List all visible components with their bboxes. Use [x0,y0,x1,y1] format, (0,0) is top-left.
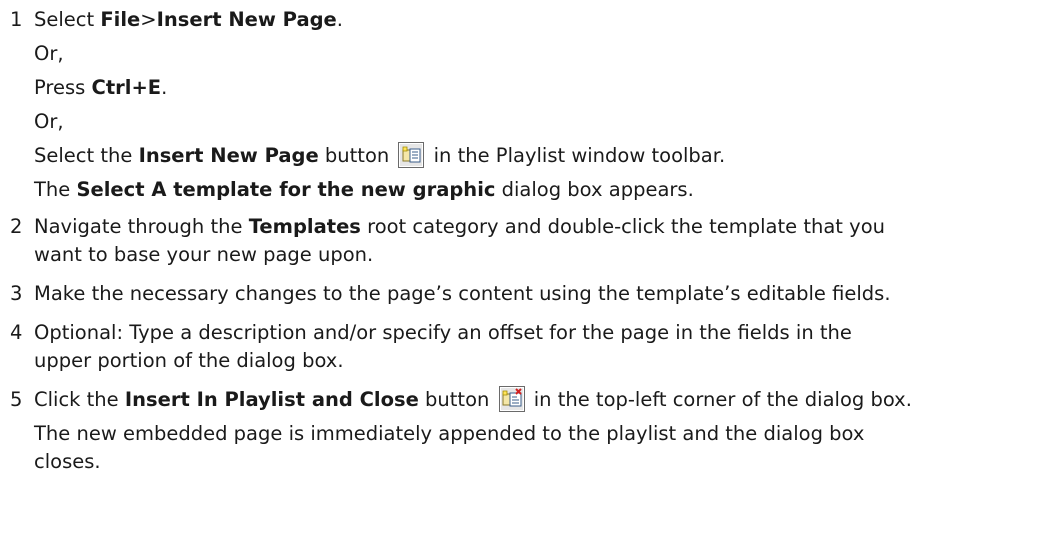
text: dialog box appears. [495,178,694,201]
text: Navigate through the [34,215,249,238]
or-line-1: Or, [34,39,1044,69]
text: root category and double-click the templ… [360,215,885,238]
menu-insert-new-page: Insert New Page [156,8,337,31]
step-5-line-3: closes. [34,447,1044,477]
step-number: 4 [10,321,23,344]
step-5-line-2: The new embedded page is immediately app… [34,419,1044,449]
text: The new embedded page is immediately app… [34,422,865,445]
step-number: 1 [10,8,23,31]
instruction-document: 1 Select File>Insert New Page. Or, Press… [0,0,1049,545]
text: Optional: Type a description and/or spec… [34,321,852,344]
step-4-line-2: upper portion of the dialog box. [34,346,1044,376]
text: Click the [34,388,125,411]
menu-file: File [100,8,141,31]
text: Or, [34,110,64,133]
insert-new-page-icon [398,141,425,168]
button-name: Insert In Playlist and Close [124,388,419,411]
text: upper portion of the dialog box. [34,349,344,372]
text: The [34,178,77,201]
text: button [318,144,396,167]
text: want to base your new page upon. [34,243,374,266]
step-2-line-1: Navigate through the Templates root cate… [34,212,1044,242]
text: in the Playlist window toolbar. [427,144,726,167]
insert-in-playlist-and-close-icon [498,385,525,412]
step-1-line-4: The Select A template for the new graphi… [34,175,1044,205]
text: closes. [34,450,101,473]
text: Press [34,76,92,99]
text: in the top-left corner of the dialog box… [527,388,912,411]
dialog-name: Select A template for the new graphic [76,178,496,201]
step-4-line-1: Optional: Type a description and/or spec… [34,318,1044,348]
step-number: 3 [10,282,23,305]
text: Select the [34,144,139,167]
text: Select [34,8,101,31]
or-line-2: Or, [34,107,1044,137]
text: . [336,8,343,31]
step-2-line-2: want to base your new page upon. [34,240,1044,270]
text: > [140,8,157,31]
button-name: Insert New Page [138,144,319,167]
category-name: Templates [248,215,361,238]
step-1-line-3: Select the Insert New Page button in the… [34,141,1044,171]
step-3-line-1: Make the necessary changes to the page’s… [34,279,1044,309]
text: . [161,76,168,99]
text: button [418,388,496,411]
step-5-line-1: Click the Insert In Playlist and Close b… [34,385,1044,415]
text: Or, [34,42,64,65]
step-1-line-2: Press Ctrl+E. [34,73,1044,103]
step-1-line-1: Select File>Insert New Page. [34,5,1044,35]
text: Make the necessary changes to the page’s… [34,282,891,305]
shortcut: Ctrl+E [91,76,162,99]
step-number: 2 [10,215,23,238]
step-number: 5 [10,388,23,411]
